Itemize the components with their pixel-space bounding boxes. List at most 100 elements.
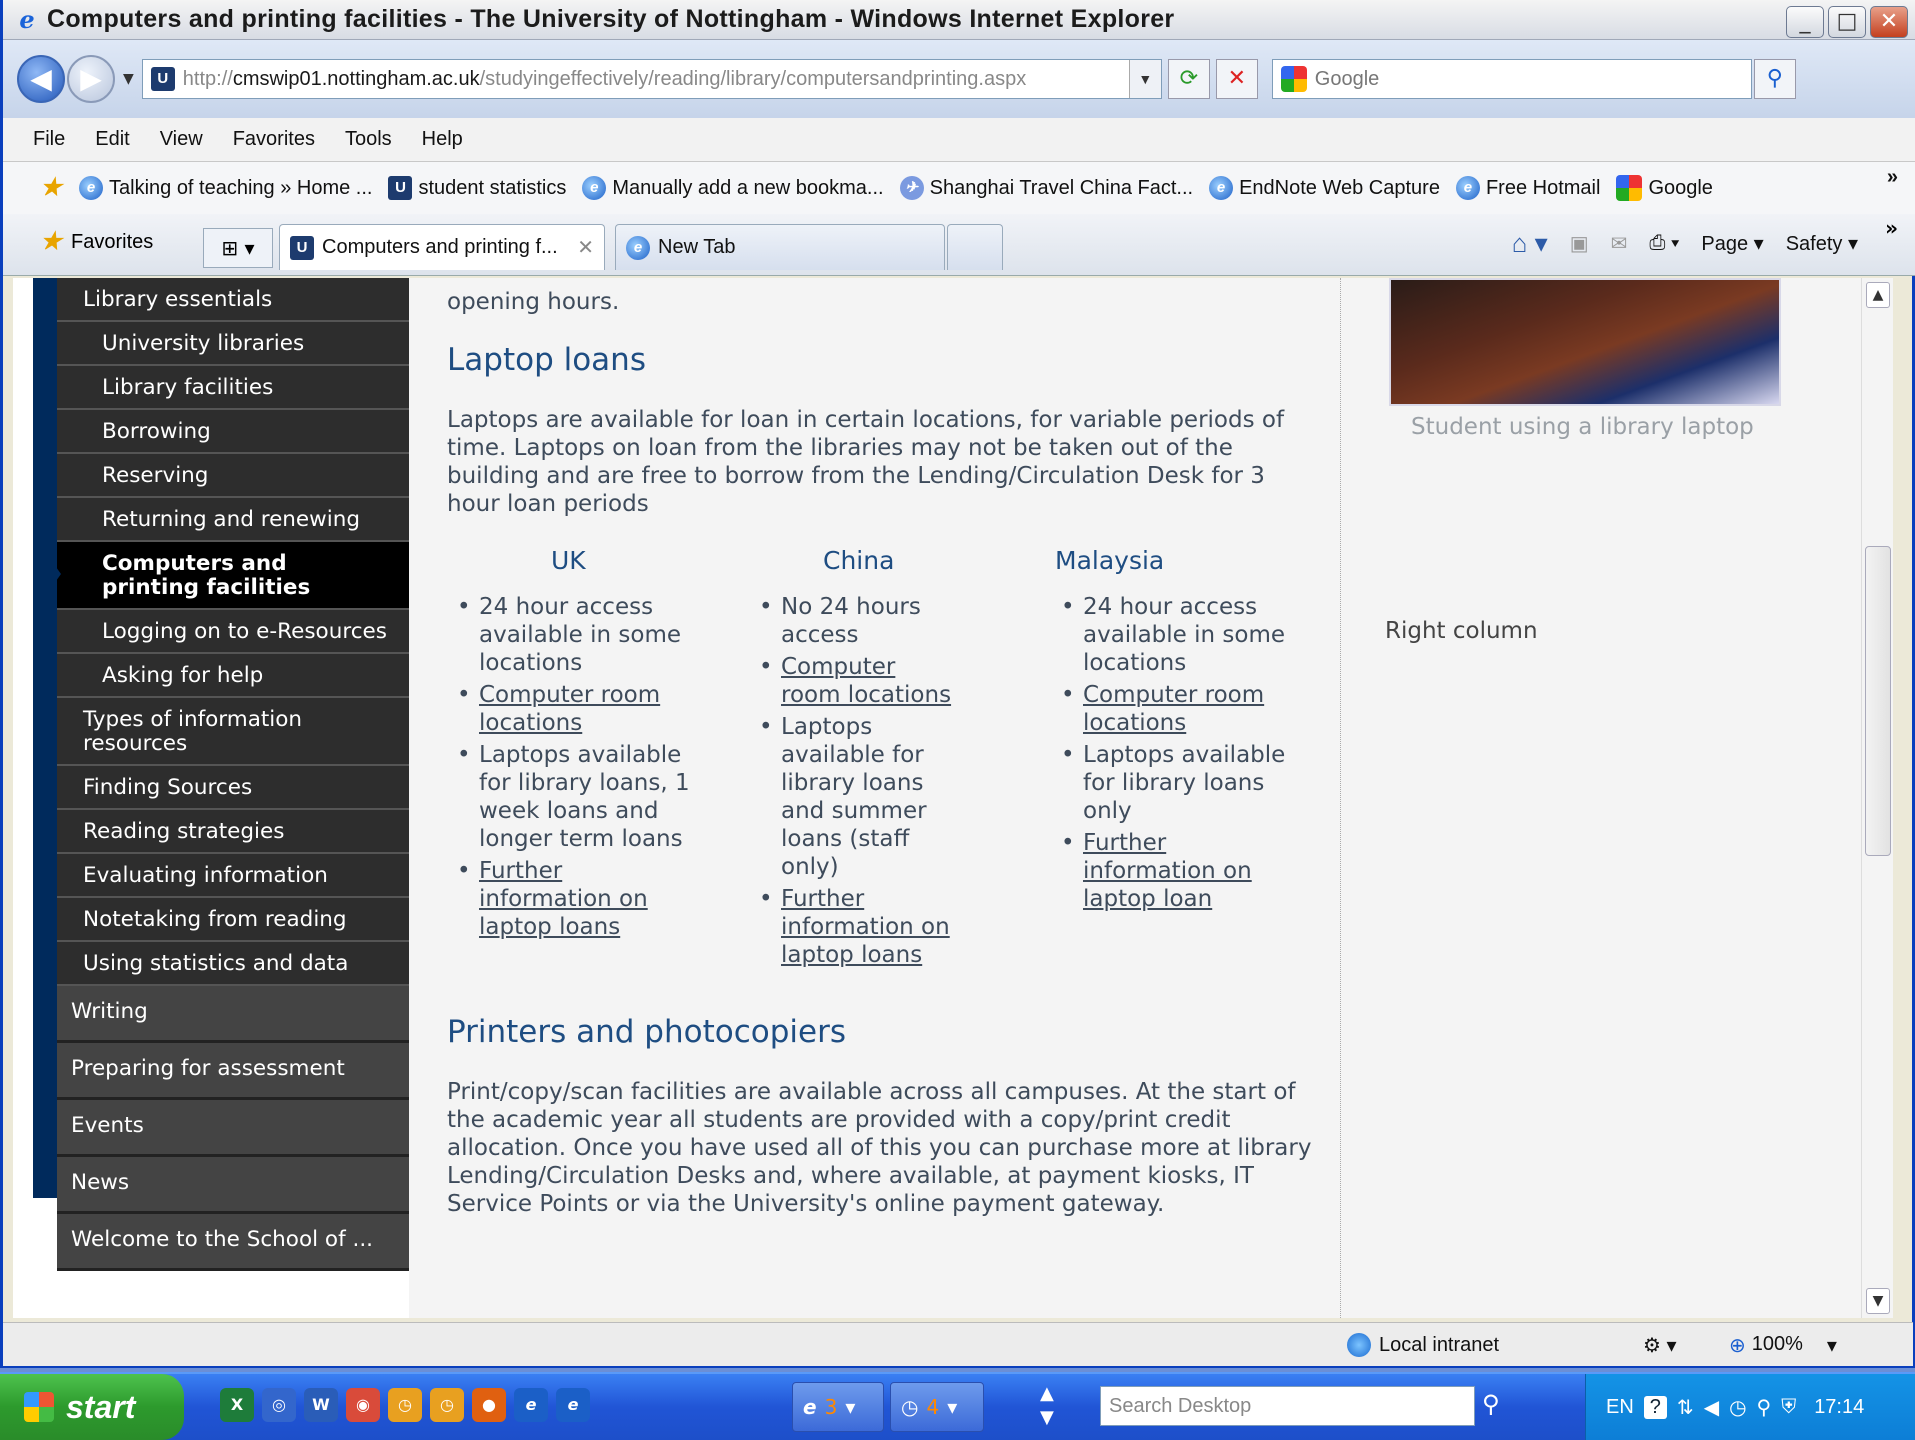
- sidebar-item-university-libraries[interactable]: University libraries: [57, 322, 409, 366]
- firefox-icon[interactable]: ●: [472, 1388, 506, 1422]
- sidebar-item-borrowing[interactable]: Borrowing: [57, 410, 409, 454]
- bookmark-item[interactable]: e Talking of teaching » Home ...: [79, 176, 372, 200]
- tray-search-icon[interactable]: ⚲: [1757, 1395, 1772, 1420]
- app-clock-icon[interactable]: ◷: [388, 1388, 422, 1422]
- page-menu[interactable]: Page ▾: [1701, 231, 1763, 256]
- feeds-icon[interactable]: ▣: [1570, 231, 1589, 256]
- minimize-button[interactable]: _: [1786, 6, 1824, 38]
- intro-tail: opening hours.: [447, 289, 620, 315]
- app-taskbar-group[interactable]: ◷ 4 ▾: [890, 1382, 984, 1432]
- more-bookmarks-icon[interactable]: »: [1887, 166, 1898, 189]
- tray-app-icon[interactable]: ◷: [1729, 1395, 1746, 1420]
- sidebar-item-statistics[interactable]: Using statistics and data: [57, 942, 409, 986]
- scroll-thumb[interactable]: [1865, 546, 1891, 856]
- sidebar-item-library-essentials[interactable]: Library essentials: [57, 278, 409, 322]
- protected-mode-icon[interactable]: ⚙ ▾: [1643, 1333, 1677, 1358]
- sidebar-item-types-of-resources[interactable]: Types of information resources: [57, 698, 409, 766]
- app-red-icon[interactable]: ◉: [346, 1388, 380, 1422]
- tab-new[interactable]: e New Tab: [615, 224, 945, 270]
- bookmark-item[interactable]: Google: [1616, 175, 1713, 201]
- help-icon[interactable]: ?: [1643, 1395, 1667, 1419]
- sidebar-item-library-facilities[interactable]: Library facilities: [57, 366, 409, 410]
- scroll-up-icon[interactable]: ▲: [1866, 282, 1890, 308]
- bookmark-item[interactable]: Ustudent statistics: [388, 176, 566, 200]
- shield-icon[interactable]: ⛨: [1781, 1396, 1796, 1419]
- refresh-icon[interactable]: ⟳: [1167, 59, 1210, 99]
- add-favorite-icon[interactable]: ★: [39, 176, 63, 200]
- stop-icon[interactable]: ✕: [1215, 59, 1258, 99]
- sidebar-item-computers-printing[interactable]: Computers and printing facilities: [51, 542, 409, 610]
- sidebar-item-notetaking[interactable]: Notetaking from reading: [57, 898, 409, 942]
- sidebar-item-returning[interactable]: Returning and renewing: [57, 498, 409, 542]
- sidebar-item-asking-help[interactable]: Asking for help: [57, 654, 409, 698]
- close-tab-icon[interactable]: ✕: [577, 235, 594, 260]
- page-label: Page: [1701, 233, 1749, 255]
- maximize-button[interactable]: □: [1828, 6, 1866, 38]
- menu-favorites[interactable]: Favorites: [233, 128, 315, 151]
- history-dropdown-icon[interactable]: ▼: [123, 71, 134, 87]
- sidebar-item-logging-on[interactable]: Logging on to e-Resources: [57, 610, 409, 654]
- bookmark-label: Shanghai Travel China Fact...: [929, 176, 1194, 199]
- bookmark-item[interactable]: e Free Hotmail: [1455, 176, 1601, 200]
- favorites-button[interactable]: ★ Favorites: [39, 230, 153, 254]
- forward-button[interactable]: ▶: [67, 55, 115, 103]
- sidebar-item-evaluating[interactable]: Evaluating information: [57, 854, 409, 898]
- sidebar-item-events[interactable]: Events: [57, 1100, 409, 1157]
- menu-tools[interactable]: Tools: [345, 128, 392, 151]
- more-commands-icon[interactable]: »: [1885, 216, 1898, 240]
- menu-help[interactable]: Help: [422, 128, 463, 151]
- new-tab-button[interactable]: [947, 224, 1003, 270]
- safety-menu[interactable]: Safety ▾: [1786, 231, 1858, 256]
- zone-indicator[interactable]: Local intranet: [1347, 1333, 1499, 1357]
- laptop-info-link[interactable]: Further information on laptop loan: [1051, 829, 1311, 913]
- desktop-search-input[interactable]: Search Desktop: [1100, 1386, 1475, 1426]
- menu-file[interactable]: File: [33, 128, 65, 151]
- ie-taskbar-group[interactable]: e 3 ▾: [792, 1382, 884, 1432]
- zoom-control[interactable]: ⊕ 100% ▾: [1729, 1333, 1837, 1358]
- start-button[interactable]: start: [0, 1374, 184, 1440]
- excel-icon[interactable]: X: [220, 1388, 254, 1422]
- search-icon[interactable]: ⚲: [1482, 1390, 1500, 1418]
- app-icon[interactable]: ◎: [262, 1388, 296, 1422]
- close-button[interactable]: ✕: [1870, 6, 1908, 38]
- network-icon[interactable]: ⇅: [1677, 1395, 1694, 1420]
- mail-icon[interactable]: ✉: [1611, 231, 1628, 256]
- bookmark-item[interactable]: e EndNote Web Capture: [1209, 176, 1440, 200]
- home-icon[interactable]: ⌂ ▾: [1512, 228, 1548, 259]
- sidebar-item-finding-sources[interactable]: Finding Sources: [57, 766, 409, 810]
- tab-active[interactable]: U Computers and printing f... ✕: [279, 224, 605, 270]
- computer-room-link[interactable]: Computer room locations: [749, 653, 999, 709]
- menu-edit[interactable]: Edit: [95, 128, 129, 151]
- sidebar-item-welcome[interactable]: Welcome to the School of ...: [57, 1214, 409, 1271]
- bookmark-item[interactable]: ✈ Shanghai Travel China Fact...: [899, 176, 1194, 200]
- address-dropdown-icon[interactable]: ▼: [1128, 60, 1161, 98]
- sidebar-item-reading-strategies[interactable]: Reading strategies: [57, 810, 409, 854]
- sidebar-item-assessment[interactable]: Preparing for assessment: [57, 1043, 409, 1100]
- sidebar-item-writing[interactable]: Writing: [57, 986, 409, 1043]
- app-clock-icon-2[interactable]: ◷: [430, 1388, 464, 1422]
- sidebar-item-news[interactable]: News: [57, 1157, 409, 1214]
- back-arrow-icon[interactable]: ◀: [1704, 1395, 1719, 1420]
- print-icon[interactable]: ⎙ ▾: [1649, 232, 1679, 255]
- language-indicator[interactable]: EN: [1606, 1396, 1634, 1419]
- vertical-scrollbar[interactable]: ▲ ▼: [1861, 278, 1893, 1318]
- quick-tabs-icon[interactable]: ⊞ ▾: [203, 228, 273, 268]
- computer-room-link[interactable]: Computer room locations: [447, 681, 697, 737]
- laptop-info-link[interactable]: Further information on laptop loans: [749, 885, 999, 969]
- laptop-info-link[interactable]: Further information on laptop loans: [447, 857, 697, 941]
- computer-room-link[interactable]: Computer room locations: [1051, 681, 1311, 737]
- column-malaysia: Malaysia 24 hour access available in som…: [1051, 546, 1311, 917]
- bookmark-item[interactable]: e Manually add a new bookma...: [582, 176, 884, 200]
- scroll-down-icon[interactable]: ▼: [1866, 1288, 1890, 1314]
- search-input[interactable]: Google: [1271, 59, 1752, 99]
- menu-view[interactable]: View: [160, 128, 203, 151]
- ie-quicklaunch-icon[interactable]: e: [514, 1388, 548, 1422]
- back-button[interactable]: ◀: [17, 55, 65, 103]
- sidebar-item-reserving[interactable]: Reserving: [57, 454, 409, 498]
- search-icon[interactable]: ⚲: [1753, 59, 1796, 99]
- bookmark-label: Free Hotmail: [1485, 176, 1601, 199]
- word-icon[interactable]: W: [304, 1388, 338, 1422]
- ie-quicklaunch-icon-2[interactable]: e: [556, 1388, 590, 1422]
- taskbar-scroll-icon[interactable]: ▲ ▼: [1040, 1382, 1054, 1430]
- address-bar[interactable]: U http://cmswip01.nottingham.ac.uk/study…: [141, 59, 1162, 99]
